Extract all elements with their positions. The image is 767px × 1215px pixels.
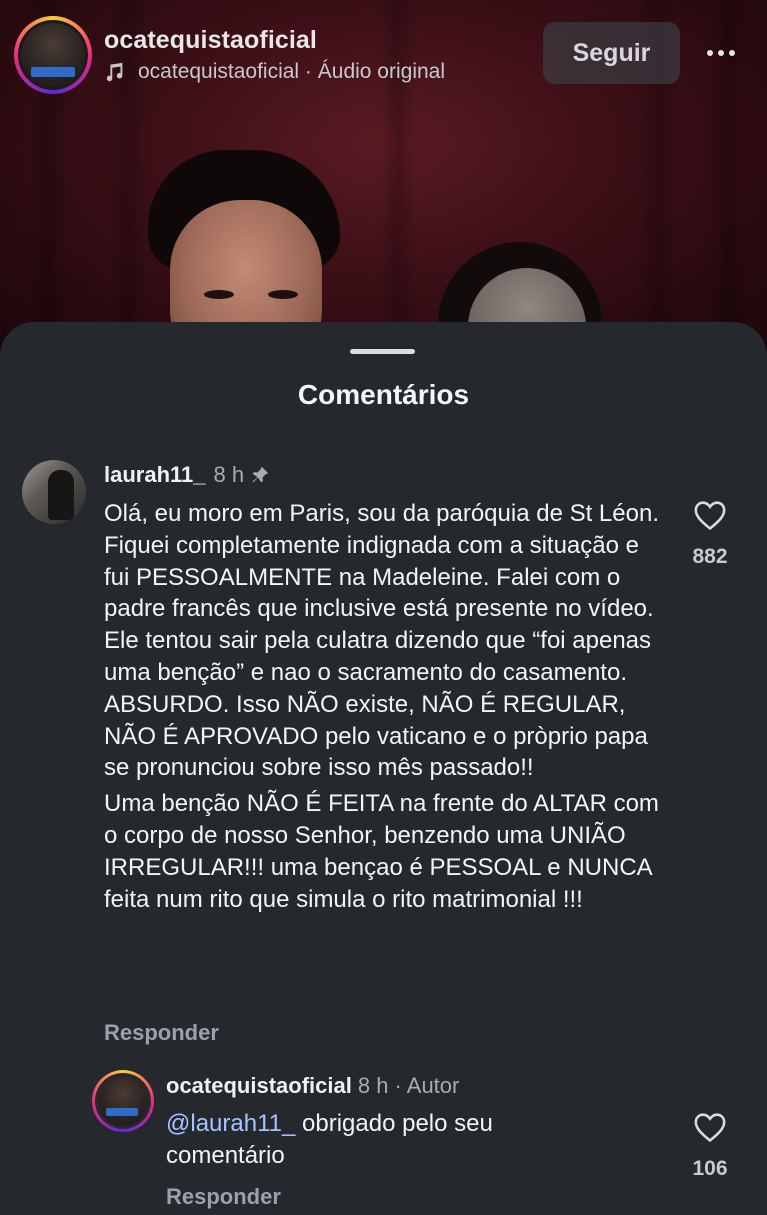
drag-handle[interactable]	[350, 349, 415, 354]
more-options-icon[interactable]	[698, 36, 744, 70]
avatar-figure	[48, 470, 74, 520]
channel-name[interactable]: ocatequistaoficial	[104, 26, 317, 55]
dot	[707, 50, 713, 56]
comment-time: 8 h	[213, 462, 245, 487]
comment-paragraph: Olá, eu moro em Paris, sou da paróquia d…	[104, 500, 659, 782]
audio-link[interactable]: ocatequistaoficial · Áudio original	[104, 60, 445, 84]
comment-paragraph: Uma benção NÃO É FEITA na frente do ALTA…	[104, 790, 659, 913]
avatar-badge	[106, 1108, 138, 1116]
dot	[718, 50, 724, 56]
comment-text: Olá, eu moro em Paris, sou da paróquia d…	[104, 498, 664, 915]
mention-link[interactable]: @laurah11_	[166, 1110, 295, 1137]
follow-button[interactable]: Seguir	[543, 22, 680, 84]
dot	[729, 50, 735, 56]
person-left-eye	[268, 290, 298, 299]
channel-avatar-frame	[18, 20, 88, 90]
comment-username[interactable]: laurah11_	[104, 462, 206, 488]
avatar-badge	[31, 67, 75, 77]
reply-avatar[interactable]	[92, 1070, 154, 1132]
comments-sheet: Comentários laurah11_ 8 h Olá, eu moro e…	[0, 322, 767, 1215]
person-left-eye	[204, 290, 234, 299]
reply-avatar-image	[98, 1076, 148, 1126]
channel-avatar-image	[21, 23, 85, 87]
channel-avatar[interactable]	[14, 16, 92, 94]
reply-text: @laurah11_ obrigado pelo seu comentário	[166, 1108, 586, 1172]
reply-username[interactable]: ocatequistaoficial	[166, 1073, 352, 1098]
comment-header: laurah11_ 8 h	[104, 462, 270, 488]
reel-header: ocatequistaoficial ocatequistaoficial · …	[0, 0, 767, 110]
music-note-icon	[106, 62, 123, 82]
comment-avatar[interactable]	[22, 460, 86, 524]
like-count: 882	[692, 545, 728, 568]
like-count: 106	[692, 1157, 728, 1180]
reply-meta: 8 h · Autor	[357, 1073, 460, 1098]
heart-icon[interactable]	[693, 1111, 727, 1143]
reply-avatar-frame	[95, 1073, 151, 1129]
pin-icon	[252, 466, 269, 483]
heart-icon[interactable]	[693, 499, 727, 531]
reply-header: ocatequistaoficial 8 h · Autor	[166, 1073, 459, 1099]
sheet-title: Comentários	[297, 379, 470, 410]
audio-label: ocatequistaoficial · Áudio original	[138, 60, 446, 83]
reply-button[interactable]: Responder	[166, 1184, 281, 1210]
reply-button[interactable]: Responder	[104, 1020, 219, 1046]
